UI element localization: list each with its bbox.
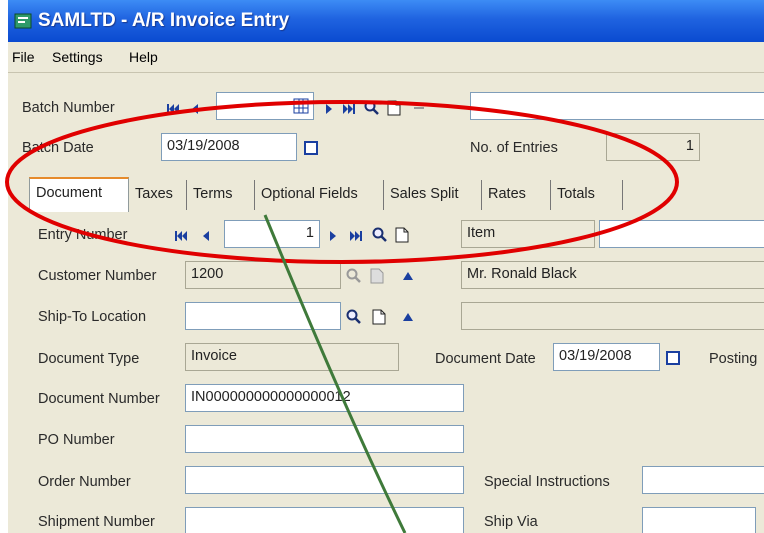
tab-optional-fields[interactable]: Optional Fields — [255, 180, 384, 210]
batch-description-field[interactable] — [470, 92, 764, 120]
document-date-label: Document Date — [435, 351, 536, 367]
document-number-field[interactable]: IN000000000000000012 — [185, 384, 464, 412]
calendar-icon[interactable] — [302, 139, 320, 157]
previous-record-icon[interactable] — [186, 100, 204, 118]
document-number-label: Document Number — [38, 391, 160, 407]
last-record-icon[interactable] — [339, 100, 357, 118]
order-number-field[interactable] — [185, 466, 464, 494]
order-number-label: Order Number — [38, 474, 131, 490]
customer-number-label: Customer Number — [38, 268, 157, 284]
next-record-icon[interactable] — [320, 100, 338, 118]
ship-to-new-document-icon[interactable] — [370, 308, 388, 326]
delete-icon[interactable] — [410, 99, 428, 117]
no-of-entries-label: No. of Entries — [470, 140, 558, 156]
first-record-icon[interactable] — [165, 100, 183, 118]
tab-strip: Document Taxes Terms Optional Fields Sal… — [22, 176, 764, 213]
menu-settings[interactable]: Settings — [52, 49, 103, 65]
entry-new-document-icon[interactable] — [393, 226, 411, 244]
entry-search-icon[interactable] — [371, 226, 389, 244]
zoom-search-icon[interactable] — [363, 99, 381, 117]
app-icon — [14, 12, 32, 30]
tab-terms[interactable]: Terms — [187, 180, 255, 210]
entry-previous-icon[interactable] — [197, 227, 215, 245]
window-title: SAMLTD - A/R Invoice Entry — [38, 10, 290, 31]
tab-rates[interactable]: Rates — [482, 180, 551, 210]
item-field[interactable] — [599, 220, 764, 248]
customer-name-field: Mr. Ronald Black — [461, 261, 764, 289]
document-type-label: Document Type — [38, 351, 140, 367]
document-date-calendar-icon[interactable] — [664, 349, 682, 367]
special-instructions-label: Special Instructions — [484, 474, 610, 490]
posting-label: Posting — [709, 351, 758, 367]
customer-search-icon — [345, 267, 363, 285]
new-document-icon[interactable] — [385, 99, 403, 117]
ship-to-location-label: Ship-To Location — [38, 309, 147, 325]
entry-next-icon[interactable] — [324, 227, 342, 245]
ship-to-up-arrow-icon[interactable] — [399, 308, 417, 326]
batch-date-field[interactable]: 03/19/2008 — [161, 133, 297, 161]
tab-sales-split[interactable]: Sales Split — [384, 180, 482, 210]
tab-totals[interactable]: Totals — [551, 180, 623, 210]
menu-help[interactable]: Help — [129, 49, 158, 65]
finder-grid-icon[interactable] — [292, 97, 310, 115]
title-bar: SAMLTD - A/R Invoice Entry — [8, 0, 764, 42]
ship-via-field[interactable] — [642, 507, 756, 533]
customer-new-document-icon — [368, 267, 386, 285]
special-instructions-field[interactable] — [642, 466, 764, 494]
batch-date-label: Batch Date — [22, 140, 94, 156]
entry-last-icon[interactable] — [346, 227, 364, 245]
customer-number-field: 1200 — [185, 261, 341, 289]
invoice-entry-window: SAMLTD - A/R Invoice Entry File Settings… — [8, 0, 764, 533]
document-date-field[interactable]: 03/19/2008 — [553, 343, 660, 371]
ship-via-label: Ship Via — [484, 514, 538, 530]
tab-document[interactable]: Document — [29, 177, 129, 212]
shipment-number-label: Shipment Number — [38, 514, 155, 530]
item-label-box: Item — [461, 220, 595, 248]
tab-taxes[interactable]: Taxes — [129, 180, 187, 210]
ship-to-search-icon[interactable] — [345, 308, 363, 326]
entry-number-label: Entry Number — [38, 227, 128, 243]
no-of-entries-field: 1 — [606, 133, 700, 161]
menu-bar: File Settings Help — [8, 42, 764, 73]
ship-to-description-field — [461, 302, 764, 330]
customer-up-arrow-icon[interactable] — [399, 267, 417, 285]
po-number-label: PO Number — [38, 432, 115, 448]
document-type-field: Invoice — [185, 343, 399, 371]
po-number-field[interactable] — [185, 425, 464, 453]
ship-to-location-field[interactable] — [185, 302, 341, 330]
shipment-number-field[interactable] — [185, 507, 464, 533]
batch-number-label: Batch Number — [22, 100, 115, 116]
menu-file[interactable]: File — [12, 49, 35, 65]
entry-first-icon[interactable] — [173, 227, 191, 245]
entry-number-field[interactable]: 1 — [224, 220, 320, 248]
